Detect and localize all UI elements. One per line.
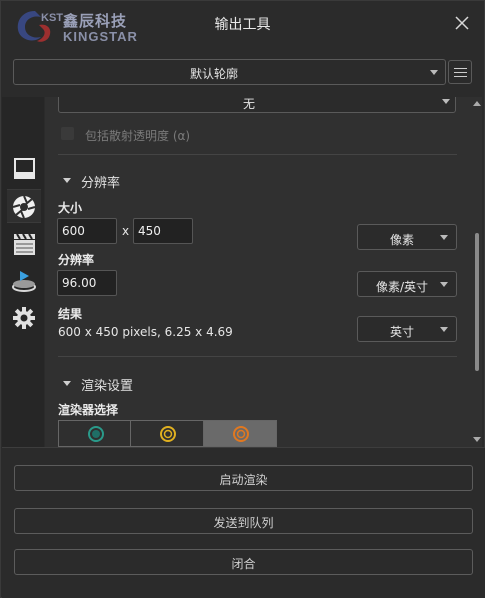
divider [58, 356, 457, 357]
collapse-triangle-icon[interactable] [63, 178, 71, 183]
result-unit-value: 英寸 [389, 325, 414, 339]
size-unit-value: 像素 [389, 233, 414, 247]
chevron-down-icon [442, 99, 450, 104]
result-value: 600 x 450 pixels, 6.25 x 4.69 [58, 325, 233, 339]
scroll-up-icon[interactable] [473, 101, 481, 106]
height-input[interactable]: 450 [133, 218, 193, 244]
width-input[interactable]: 600 [57, 218, 117, 244]
tab-frame[interactable] [7, 153, 41, 187]
close-icon[interactable] [454, 15, 470, 31]
profile-dropdown[interactable]: 默认轮廓 [13, 59, 446, 85]
resolution-section-title[interactable]: 分辨率 [81, 172, 120, 191]
start-render-button[interactable]: 启动渲染 [14, 465, 473, 491]
turntable-icon [12, 271, 36, 292]
renderer-option-2[interactable] [131, 421, 204, 446]
renderer-option-3[interactable] [203, 421, 277, 446]
window-title: 输出工具 [214, 17, 271, 33]
result-unit-dropdown[interactable]: 英寸 [357, 316, 457, 342]
divider [58, 154, 457, 155]
result-label: 结果 [58, 307, 83, 321]
profile-menu-button[interactable] [448, 60, 472, 84]
hamburger-line [454, 68, 467, 69]
renderer-option-1[interactable] [59, 421, 132, 446]
send-to-queue-button[interactable]: 发送到队列 [14, 508, 473, 534]
collapse-triangle-icon[interactable] [63, 381, 71, 386]
renderer-teal-icon [88, 426, 104, 442]
action-bar: 启动渲染 发送到队列 闭合 [2, 447, 485, 598]
resolution-input[interactable]: 96.00 [57, 270, 117, 296]
aperture-icon [12, 195, 36, 219]
renderer-label: 渲染器选择 [58, 403, 119, 417]
tab-clapperboard[interactable] [7, 227, 41, 261]
title-bar: KST 鑫辰科技 KINGSTAR 输出工具 [1, 1, 484, 47]
chevron-down-icon [430, 70, 438, 75]
tab-settings[interactable] [7, 301, 41, 335]
tab-turntable[interactable] [7, 263, 41, 297]
resolution-unit-value: 像素/英寸 [375, 280, 429, 294]
resolution-unit-dropdown[interactable]: 像素/英寸 [357, 271, 457, 297]
renderer-selector [58, 420, 277, 447]
chevron-down-icon [440, 235, 448, 240]
renderer-yellow-icon [160, 426, 177, 442]
output-tool-window: KST 鑫辰科技 KINGSTAR 输出工具 默认轮廓 无 包括散射透明度 (α… [0, 0, 485, 598]
render-section-title[interactable]: 渲染设置 [81, 375, 133, 394]
size-label: 大小 [58, 201, 83, 215]
gear-icon [13, 307, 35, 329]
renderer-orange-icon [232, 426, 249, 442]
close-button[interactable]: 闭合 [14, 549, 473, 575]
hamburger-line [454, 72, 467, 73]
scatter-checkbox-label: 包括散射透明度 (α) [85, 129, 191, 143]
sidebar-tabs [2, 97, 44, 447]
chevron-down-icon [440, 282, 448, 287]
settings-panel: 无 包括散射透明度 (α) 分辨率 大小 600 x 450 像素 分辨率 96… [45, 97, 482, 447]
resolution-label: 分辨率 [58, 253, 95, 267]
scrollbar-thumb[interactable] [475, 233, 479, 371]
profile-dropdown-value: 默认轮廓 [189, 67, 238, 81]
times-symbol: x [122, 224, 130, 238]
tab-camera[interactable] [7, 189, 41, 223]
chevron-down-icon [440, 327, 448, 332]
size-unit-dropdown[interactable]: 像素 [357, 224, 457, 250]
scatter-checkbox[interactable] [61, 127, 74, 140]
top-dropdown[interactable]: 无 [58, 97, 456, 113]
frame-icon [14, 158, 35, 179]
scroll-down-icon[interactable] [473, 437, 481, 442]
top-dropdown-value: 无 [242, 97, 255, 111]
hamburger-line [454, 76, 467, 77]
clapperboard-icon [14, 233, 35, 255]
